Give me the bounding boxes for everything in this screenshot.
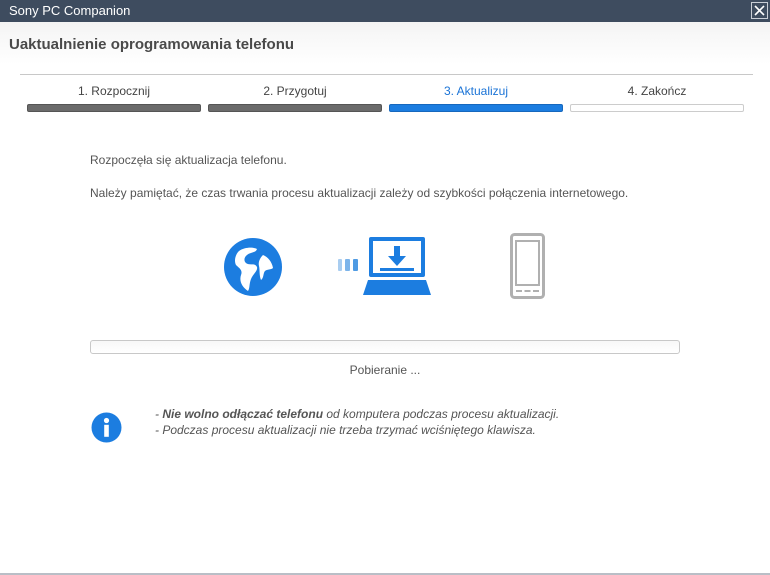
update-started-text: Rozpoczęła się aktualizacja telefonu. xyxy=(90,153,287,167)
warning-line-2: - Podczas procesu aktualizacji nie trzeb… xyxy=(155,423,536,437)
app-title: Sony PC Companion xyxy=(9,3,131,18)
warning-line-1: - Nie wolno odłączać telefonu od kompute… xyxy=(155,407,559,421)
download-progress-bar xyxy=(90,340,680,354)
step-bar xyxy=(570,104,744,112)
warning-rest: od komputera podczas procesu aktualizacj… xyxy=(323,407,560,421)
close-button[interactable] xyxy=(751,2,768,19)
warning-emphasis: Nie wolno odłączać telefonu xyxy=(162,407,324,421)
step-update: 3. Aktualizuj xyxy=(389,83,563,115)
duration-note-text: Należy pamiętać, że czas trwania procesu… xyxy=(90,186,629,200)
phone-icon xyxy=(510,233,545,299)
progress-status-text: Pobieranie ... xyxy=(349,363,421,377)
dialog-header: Uaktualnienie oprogramowania telefonu xyxy=(0,22,770,64)
steps-divider xyxy=(20,74,753,75)
step-label: 2. Przygotuj xyxy=(263,84,327,98)
step-start: 1. Rozpocznij xyxy=(27,83,201,115)
close-icon xyxy=(754,5,765,16)
globe-icon xyxy=(224,238,282,296)
step-bar xyxy=(208,104,382,112)
page-title: Uaktualnienie oprogramowania telefonu xyxy=(9,36,295,53)
info-icon xyxy=(91,412,122,443)
step-label: 4. Zakończ xyxy=(627,84,687,98)
step-finish: 4. Zakończ xyxy=(570,83,744,115)
step-bar xyxy=(389,104,563,112)
step-bar xyxy=(27,104,201,112)
window-titlebar: Sony PC Companion xyxy=(0,0,770,22)
laptop-download-icon xyxy=(363,237,431,295)
step-label: 1. Rozpocznij xyxy=(77,84,151,98)
step-prepare: 2. Przygotuj xyxy=(208,83,382,115)
step-label: 3. Aktualizuj xyxy=(443,84,509,98)
